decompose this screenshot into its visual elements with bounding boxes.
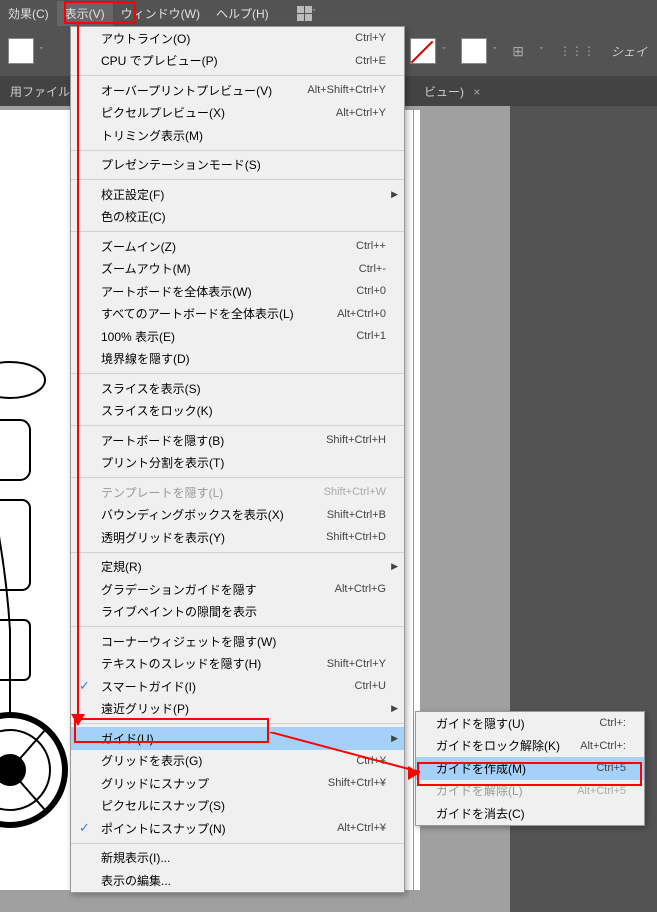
layout-icon[interactable] [297, 5, 313, 21]
menu-perspective-grid[interactable]: 遠近グリッド(P)▶ [71, 698, 404, 721]
menu-effect[interactable]: 効果(C) [0, 1, 57, 26]
shape-label: シェイ [611, 43, 647, 60]
menu-separator [71, 477, 404, 478]
view-menu: アウトライン(O)Ctrl+Y CPU でプレビュー(P)Ctrl+E オーバー… [70, 26, 405, 893]
menu-separator [71, 425, 404, 426]
menu-outline[interactable]: アウトライン(O)Ctrl+Y [71, 27, 404, 50]
menu-fit-artboard[interactable]: アートボードを全体表示(W)Ctrl+0 [71, 280, 404, 303]
menu-hide-gradient[interactable]: グラデーションガイドを隠すAlt+Ctrl+G [71, 578, 404, 601]
menu-window[interactable]: ウィンドウ(W) [113, 1, 208, 26]
menu-separator [71, 373, 404, 374]
menu-proof-setup[interactable]: 校正設定(F)▶ [71, 183, 404, 206]
check-icon: ✓ [79, 820, 90, 836]
color-swatch-group: ˇ [461, 38, 496, 64]
tab-close-icon[interactable]: × [473, 85, 480, 99]
menu-separator [71, 231, 404, 232]
menu-trim-view[interactable]: トリミング表示(M) [71, 124, 404, 147]
stroke-caret-icon[interactable]: ˇ [442, 46, 445, 56]
submenu-clear-guides[interactable]: ガイドを消去(C) [416, 802, 644, 825]
more-icon[interactable]: ⋮⋮⋮ [559, 44, 595, 58]
menu-presentation-mode[interactable]: プレゼンテーションモード(S) [71, 154, 404, 177]
menu-snap-to-pixel[interactable]: ピクセルにスナップ(S) [71, 795, 404, 818]
stroke-none-swatch[interactable] [410, 38, 436, 64]
menu-overprint-preview[interactable]: オーバープリントプレビュー(V)Alt+Shift+Ctrl+Y [71, 79, 404, 102]
layout-caret-icon[interactable]: ˇ [313, 8, 316, 18]
menu-hide-corner-widget[interactable]: コーナーウィジェットを隠す(W) [71, 630, 404, 653]
menu-lock-slices[interactable]: スライスをロック(K) [71, 400, 404, 423]
menu-smart-guides[interactable]: ✓スマートガイド(I)Ctrl+U [71, 675, 404, 698]
tab-file[interactable]: 用ファイル [10, 83, 70, 100]
menu-separator [71, 179, 404, 180]
menu-show-grid[interactable]: グリッドを表示(G)Ctrl+¥ [71, 750, 404, 773]
align-caret-icon[interactable]: ˇ [540, 46, 543, 56]
menu-snap-to-point[interactable]: ✓ポイントにスナップ(N)Alt+Ctrl+¥ [71, 817, 404, 840]
color-caret-icon[interactable]: ˇ [493, 46, 496, 56]
chevron-right-icon: ▶ [391, 703, 398, 714]
artboard-edge [413, 106, 414, 906]
menu-hide-text-threads[interactable]: テキストのスレッドを隠す(H)Shift+Ctrl+Y [71, 653, 404, 676]
menu-view[interactable]: 表示(V) [57, 1, 113, 26]
submenu-make-guides[interactable]: ガイドを作成(M)Ctrl+5 [416, 757, 644, 780]
submenu-release-guides: ガイドを解除(L)Alt+Ctrl+5 [416, 780, 644, 803]
menu-hide-edges[interactable]: 境界線を隠す(D) [71, 348, 404, 371]
fill-caret-icon[interactable]: ˇ [40, 46, 43, 56]
menu-edit-views[interactable]: 表示の編集... [71, 869, 404, 892]
submenu-hide-guides[interactable]: ガイドを隠す(U)Ctrl+: [416, 712, 644, 735]
menu-separator [71, 75, 404, 76]
menu-snap-to-grid[interactable]: グリッドにスナップShift+Ctrl+¥ [71, 772, 404, 795]
menu-separator [71, 626, 404, 627]
chevron-right-icon: ▶ [391, 189, 398, 200]
stroke-swatch-group: ˇ [410, 38, 445, 64]
chevron-right-icon: ▶ [391, 561, 398, 572]
menu-show-bbox[interactable]: バウンディングボックスを表示(X)Shift+Ctrl+B [71, 504, 404, 527]
menu-actual-size[interactable]: 100% 表示(E)Ctrl+1 [71, 325, 404, 348]
menu-guides[interactable]: ガイド(U)▶ [71, 727, 404, 750]
menu-fit-all[interactable]: すべてのアートボードを全体表示(L)Alt+Ctrl+0 [71, 303, 404, 326]
menu-rulers[interactable]: 定規(R)▶ [71, 556, 404, 579]
tab-preview[interactable]: ビュー) × [424, 83, 480, 100]
submenu-unlock-guides[interactable]: ガイドをロック解除(K)Alt+Ctrl+: [416, 735, 644, 758]
menu-zoom-out[interactable]: ズームアウト(M)Ctrl+- [71, 258, 404, 281]
menu-hide-artboards[interactable]: アートボードを隠す(B)Shift+Ctrl+H [71, 429, 404, 452]
chevron-right-icon: ▶ [391, 733, 398, 744]
menu-show-print-tiling[interactable]: プリント分割を表示(T) [71, 452, 404, 475]
menu-help[interactable]: ヘルプ(H) [208, 1, 277, 26]
menu-show-livepaint[interactable]: ライブペイントの隙間を表示 [71, 601, 404, 624]
check-icon: ✓ [79, 678, 90, 694]
menu-separator [71, 843, 404, 844]
fill-swatch[interactable] [8, 38, 34, 64]
menu-separator [71, 150, 404, 151]
align-icon[interactable]: ⊞ [512, 43, 524, 60]
color-swatch[interactable] [461, 38, 487, 64]
menu-proof-colors[interactable]: 色の校正(C) [71, 206, 404, 229]
menu-new-view[interactable]: 新規表示(I)... [71, 847, 404, 870]
fill-swatch-group: ˇ [8, 38, 43, 64]
menu-zoom-in[interactable]: ズームイン(Z)Ctrl++ [71, 235, 404, 258]
menu-cpu-preview[interactable]: CPU でプレビュー(P)Ctrl+E [71, 50, 404, 73]
menu-show-slices[interactable]: スライスを表示(S) [71, 377, 404, 400]
menu-separator [71, 552, 404, 553]
guides-submenu: ガイドを隠す(U)Ctrl+: ガイドをロック解除(K)Alt+Ctrl+: ガ… [415, 711, 645, 826]
menu-show-transparency-grid[interactable]: 透明グリッドを表示(Y)Shift+Ctrl+D [71, 526, 404, 549]
menu-separator [71, 723, 404, 724]
menu-hide-template: テンプレートを隠す(L)Shift+Ctrl+W [71, 481, 404, 504]
menu-pixel-preview[interactable]: ピクセルプレビュー(X)Alt+Ctrl+Y [71, 102, 404, 125]
menubar: 効果(C) 表示(V) ウィンドウ(W) ヘルプ(H) ˇ [0, 0, 657, 26]
